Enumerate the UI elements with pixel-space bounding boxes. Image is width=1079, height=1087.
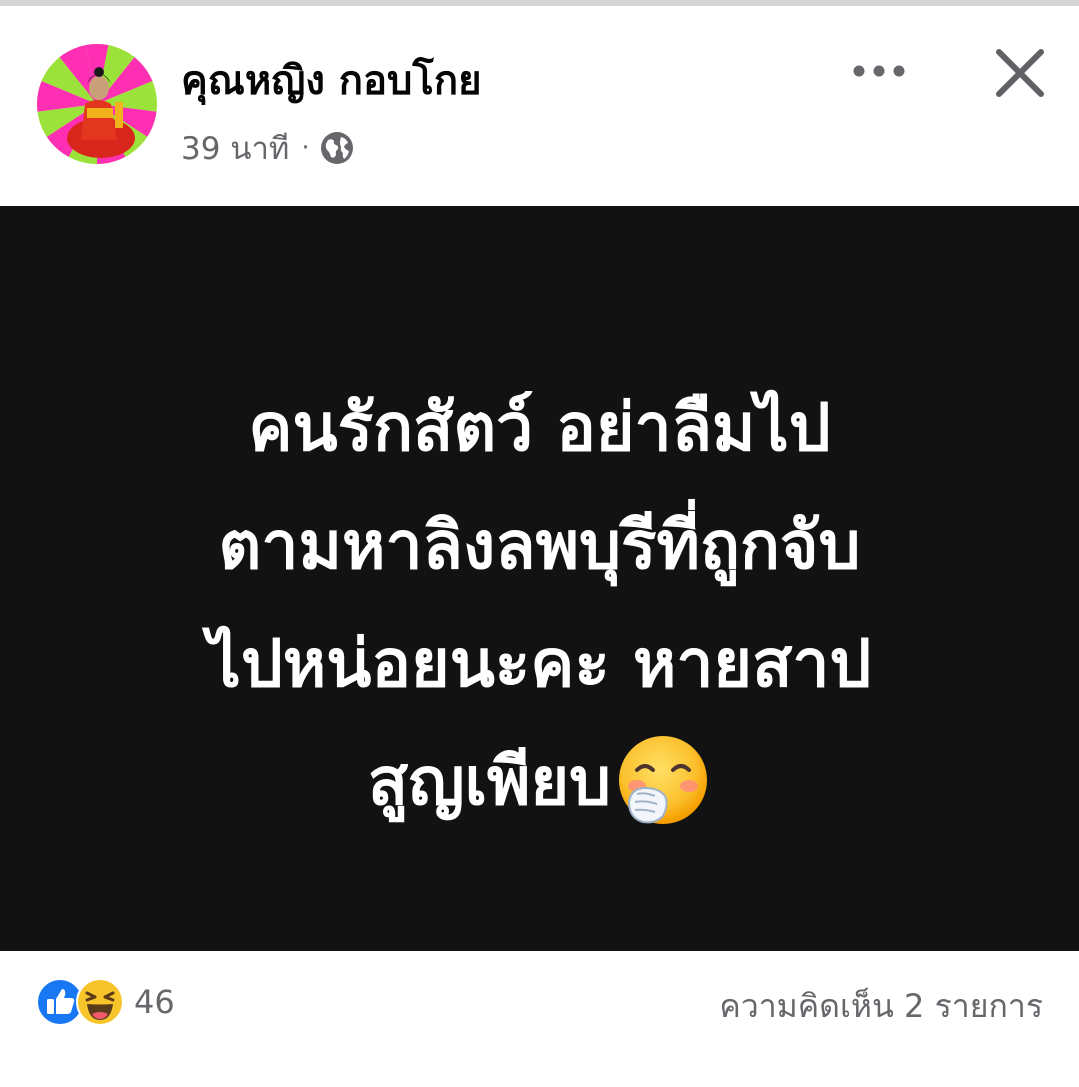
close-icon [996,49,1044,97]
post-header: คุณหญิง กอบโกย 39 นาที · [0,6,1079,206]
post-footer: 46 ความคิดเห็น 2 รายการ [0,951,1079,1087]
face-with-hand-over-mouth-icon [615,732,711,828]
haha-icon [76,978,124,1026]
post-text-line: ไปหน่อยนะคะ หายสาป [207,625,872,702]
post-text-line-last: สูญเพียบ [40,723,1039,841]
post-meta: 39 นาที · [181,128,354,168]
post-time[interactable]: 39 นาที [181,123,289,173]
author-name[interactable]: คุณหญิง กอบโกย [181,56,482,106]
more-options-button[interactable] [846,46,912,96]
post-text-line: คนรักสัตว์ อย่าลืมไป [248,389,831,466]
post-text: คนรักสัตว์ อย่าลืมไป ตามหาลิงลพบุรีที่ถู… [40,369,1039,841]
post-text-line: ตามหาลิงลพบุรีที่ถูกจับ [218,507,861,584]
post-text-line: สูญเพียบ [367,743,612,820]
post-content-card[interactable]: คนรักสัตว์ อย่าลืมไป ตามหาลิงลพบุรีที่ถู… [0,206,1079,951]
more-dots-icon [853,65,905,77]
meta-separator: · [301,133,310,163]
globe-icon [320,131,354,165]
reactions-summary[interactable]: 46 [36,977,175,1027]
reaction-count: 46 [134,983,175,1021]
close-button[interactable] [987,40,1053,106]
avatar[interactable] [37,44,157,164]
comments-count-link[interactable]: ความคิดเห็น 2 รายการ [719,981,1043,1032]
